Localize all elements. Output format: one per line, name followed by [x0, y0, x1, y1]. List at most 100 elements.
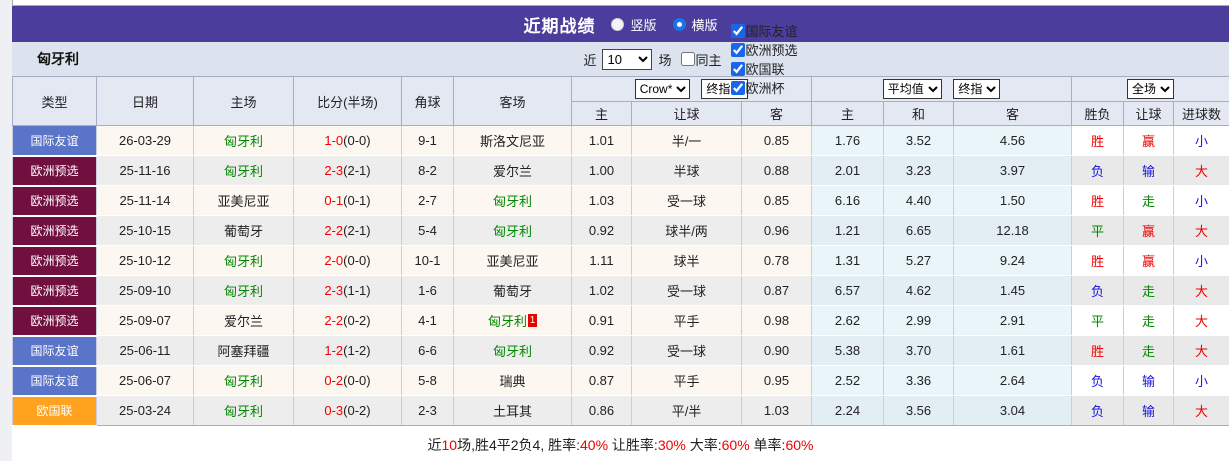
- match-row: 欧洲预选 25-11-14 亚美尼亚 0-1(0-1) 2-7 匈牙利 1.03 受一球 0.8…: [12, 185, 1229, 217]
- odds-away: 0.85: [741, 125, 812, 156]
- odds-home: 1.03: [571, 185, 632, 216]
- home-team: 匈牙利: [193, 365, 294, 396]
- result-goals: 大: [1173, 395, 1229, 426]
- avg-draw: 4.40: [883, 185, 954, 216]
- away-team: 匈牙利 1: [453, 305, 572, 336]
- odds-away: 0.95: [741, 365, 812, 396]
- result-outcome: 胜: [1071, 185, 1125, 216]
- score: 2-2(2-1): [293, 215, 402, 246]
- home-team: 匈牙利: [193, 245, 294, 276]
- filter-bar: 匈牙利 近 10 场 同主 国际友谊 欧洲预选 欧国联 欧洲杯: [12, 23, 1229, 96]
- col-header-type: 类型: [12, 76, 97, 126]
- page-left-margin: [0, 0, 12, 461]
- result-goals: 小: [1173, 245, 1229, 276]
- full-time-score: 0-2: [324, 373, 344, 388]
- league-checkbox[interactable]: [730, 23, 745, 38]
- match-count-select[interactable]: 10: [602, 48, 653, 70]
- avg-draw: 3.23: [883, 155, 954, 186]
- league-checkbox[interactable]: [730, 42, 745, 57]
- league-checkbox[interactable]: [730, 61, 745, 76]
- away-team: 瑞典: [453, 365, 572, 396]
- summary-text: 近10场,胜4平2负4, 胜率:40% 让胜率:30% 大率:60% 单率:60…: [428, 435, 814, 455]
- match-date: 25-09-10: [96, 275, 194, 306]
- match-type-badge: 欧洲预选: [12, 185, 97, 217]
- odds-away: 0.98: [741, 305, 812, 336]
- corner-score: 5-4: [401, 215, 454, 246]
- odds-home: 1.02: [571, 275, 632, 306]
- result-goals: 大: [1173, 155, 1229, 186]
- score: 2-0(0-0): [293, 245, 402, 276]
- avg-draw: 6.65: [883, 215, 954, 246]
- home-team: 匈牙利: [193, 155, 294, 186]
- avg-draw: 3.70: [883, 335, 954, 366]
- same-home-filter[interactable]: 同主: [675, 50, 722, 69]
- match-date: 25-09-07: [96, 305, 194, 336]
- league-label: 国际友谊: [745, 24, 798, 39]
- odds-home: 0.86: [571, 395, 632, 426]
- league-filter[interactable]: 国际友谊: [725, 21, 798, 40]
- odds-handicap: 受一球: [631, 335, 742, 366]
- summary-stat-label: 让胜率:: [608, 437, 658, 453]
- half-time-score: (2-1): [343, 223, 371, 238]
- same-home-label: 同主: [695, 52, 722, 68]
- result-goals: 小: [1173, 185, 1229, 216]
- score: 0-1(0-1): [293, 185, 402, 216]
- away-team-name: 匈牙利: [492, 224, 532, 239]
- avg-home: 1.31: [811, 245, 884, 276]
- summary-stat-value: 30%: [657, 437, 686, 453]
- result-handicap: 走: [1123, 275, 1175, 306]
- odds-handicap: 受一球: [631, 185, 742, 216]
- away-team: 匈牙利: [453, 335, 572, 366]
- league-filter[interactable]: 欧洲杯: [725, 78, 798, 97]
- home-team: 阿塞拜疆: [193, 335, 294, 366]
- half-time-score: (0-2): [343, 313, 371, 328]
- corner-score: 2-3: [401, 395, 454, 426]
- result-handicap: 赢: [1123, 245, 1175, 276]
- avg-home: 6.16: [811, 185, 884, 216]
- score: 2-3(1-1): [293, 275, 402, 306]
- match-type-badge: 国际友谊: [12, 125, 97, 157]
- odds-handicap: 球半: [631, 245, 742, 276]
- half-time-score: (1-1): [343, 283, 371, 298]
- odds-home: 0.91: [571, 305, 632, 336]
- match-date: 25-06-07: [96, 365, 194, 396]
- corner-score: 5-8: [401, 365, 454, 396]
- result-outcome: 胜: [1071, 125, 1125, 156]
- league-checkbox[interactable]: [730, 80, 745, 95]
- match-type-badge: 欧国联: [12, 395, 97, 427]
- subheader-odds-handicap: 让球: [631, 101, 742, 126]
- avg-away: 1.45: [952, 275, 1073, 306]
- result-goals: 大: [1173, 305, 1229, 336]
- scope-select[interactable]: 全场: [1127, 79, 1175, 99]
- result-scope-group: 全场: [1071, 76, 1229, 102]
- same-home-checkbox[interactable]: [680, 52, 695, 66]
- average-select[interactable]: 平均值: [882, 79, 942, 99]
- result-goals: 大: [1173, 215, 1229, 246]
- match-row: 欧洲预选 25-09-10 匈牙利 2-3(1-1) 1-6 葡萄牙 1.02 受一球 0.87…: [12, 275, 1229, 307]
- avg-home: 2.24: [811, 395, 884, 426]
- result-handicap: 赢: [1123, 215, 1175, 246]
- away-team-name: 匈牙利: [487, 314, 527, 329]
- score: 1-2(1-2): [293, 335, 402, 366]
- summary-footer: 近10场,胜4平2负4, 胜率:40% 让胜率:30% 大率:60% 单率:60…: [12, 426, 1229, 461]
- subheader-odds-away: 客: [741, 101, 812, 126]
- panel-content: 近期战绩 竖版 横版 匈牙利 近 10 场 同主 国际友谊 欧洲预选 欧国联 欧…: [12, 0, 1229, 461]
- match-type-badge: 欧洲预选: [12, 155, 97, 187]
- avg-home: 6.57: [811, 275, 884, 306]
- result-handicap: 输: [1123, 155, 1175, 186]
- result-handicap: 走: [1123, 335, 1175, 366]
- league-filter[interactable]: 欧国联: [725, 59, 798, 78]
- average-stage-select[interactable]: 终指: [953, 79, 1001, 99]
- match-date: 25-10-15: [96, 215, 194, 246]
- result-outcome: 负: [1071, 275, 1125, 306]
- match-date: 25-03-24: [96, 395, 194, 426]
- avg-home: 2.01: [811, 155, 884, 186]
- away-team-name: 斯洛文尼亚: [479, 134, 545, 149]
- col-header-date: 日期: [96, 76, 194, 126]
- avg-draw: 5.27: [883, 245, 954, 276]
- league-filter[interactable]: 欧洲预选: [725, 40, 798, 59]
- avg-home: 1.76: [811, 125, 884, 156]
- avg-home: 5.38: [811, 335, 884, 366]
- score: 0-3(0-2): [293, 395, 402, 426]
- away-team: 土耳其: [453, 395, 572, 426]
